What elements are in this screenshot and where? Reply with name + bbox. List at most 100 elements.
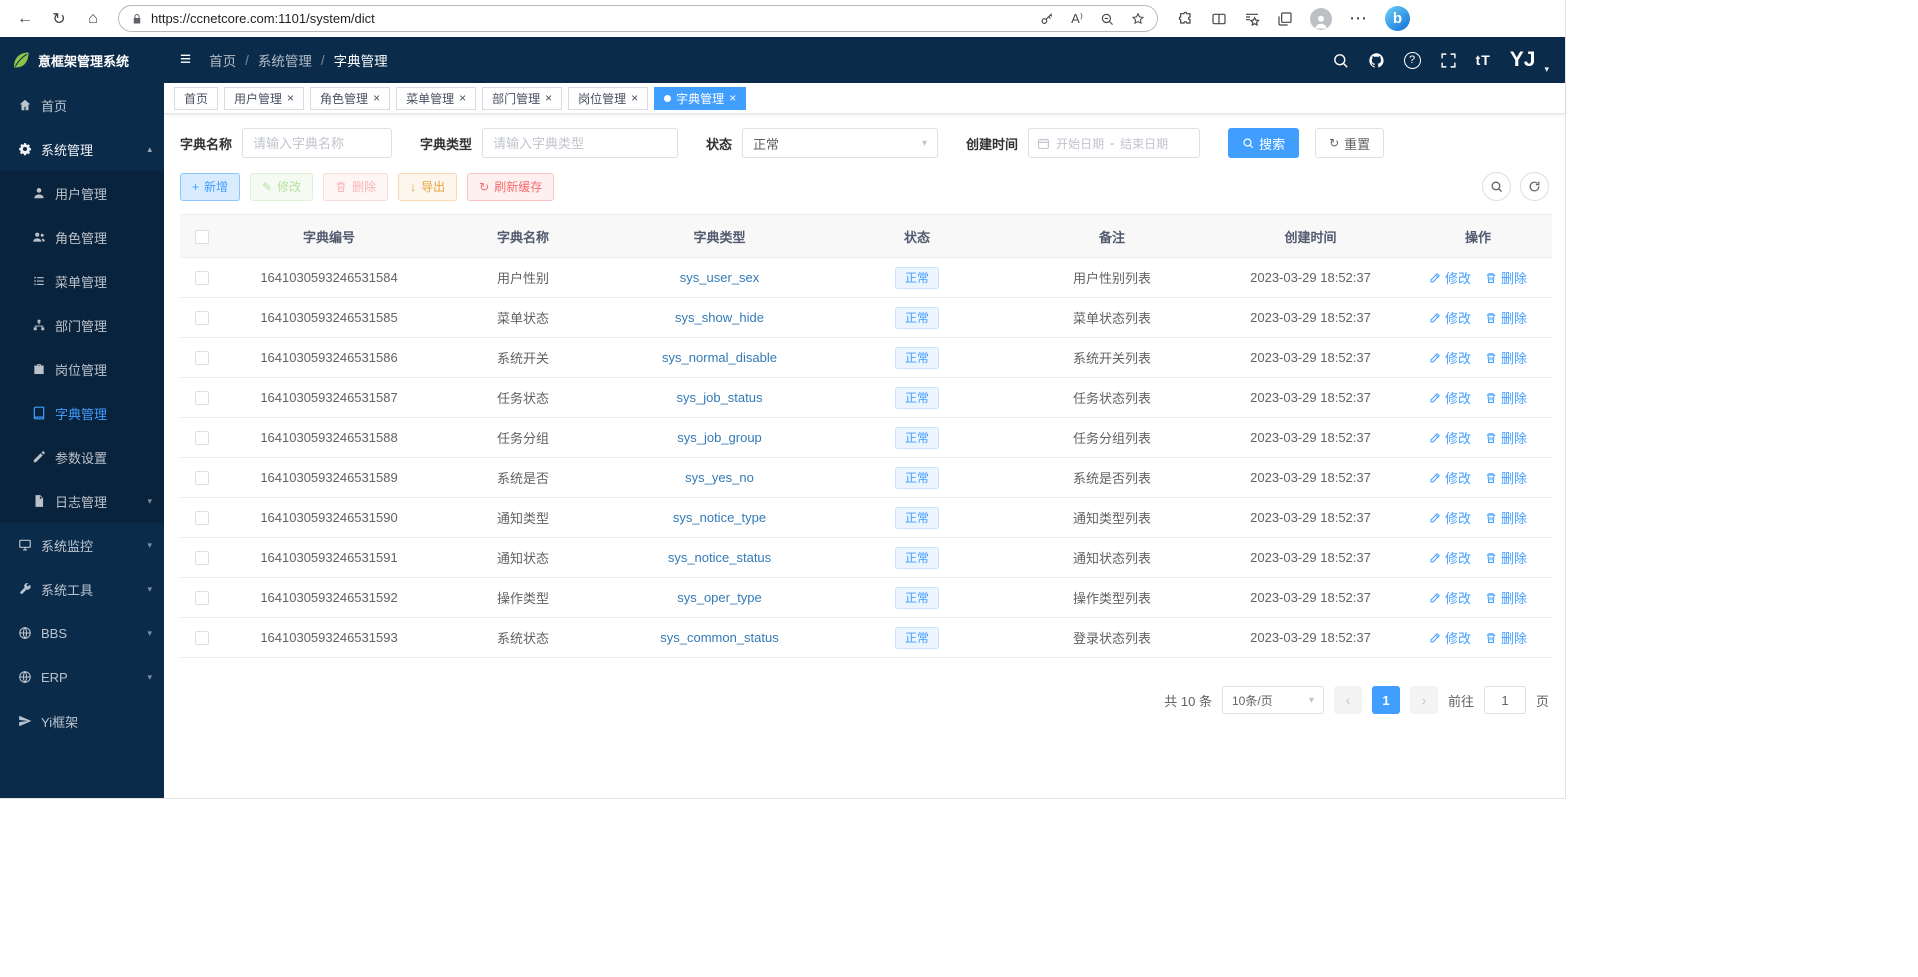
tab-dict-mgmt[interactable]: 字典管理× (654, 87, 746, 110)
bing-copilot-icon[interactable]: b (1385, 6, 1410, 31)
row-edit-link[interactable]: 修改 (1429, 548, 1471, 567)
sidebar-item-log-mgmt[interactable]: 日志管理▾ (0, 479, 164, 523)
profile-avatar[interactable] (1310, 8, 1332, 30)
hamburger-icon[interactable]: ≡ (180, 49, 191, 71)
row-checkbox[interactable] (195, 551, 209, 565)
sidebar-item-role-mgmt[interactable]: 角色管理 (0, 215, 164, 259)
sidebar-item-dept-mgmt[interactable]: 部门管理 (0, 303, 164, 347)
split-screen-icon[interactable] (1211, 11, 1227, 27)
sidebar-item-menu-mgmt[interactable]: 菜单管理 (0, 259, 164, 303)
chevron-down-icon[interactable]: ▾ (1544, 64, 1549, 75)
row-checkbox[interactable] (195, 591, 209, 605)
close-icon[interactable]: × (287, 92, 294, 104)
row-edit-link[interactable]: 修改 (1429, 508, 1471, 527)
sidebar-item-home[interactable]: 首页 (0, 83, 164, 127)
back-icon[interactable]: ← (10, 4, 40, 34)
fullscreen-icon[interactable] (1440, 52, 1457, 69)
close-icon[interactable]: × (631, 92, 638, 104)
font-size-icon[interactable]: tT (1476, 52, 1491, 68)
sidebar-item-system-mgmt[interactable]: 系统管理▴ (0, 127, 164, 171)
close-icon[interactable]: × (459, 92, 466, 104)
tab-user-mgmt[interactable]: 用户管理× (224, 87, 304, 110)
browser-home-icon[interactable]: ⌂ (78, 4, 108, 34)
row-edit-link[interactable]: 修改 (1429, 348, 1471, 367)
row-checkbox[interactable] (195, 511, 209, 525)
row-checkbox[interactable] (195, 351, 209, 365)
row-checkbox[interactable] (195, 471, 209, 485)
dict-type-link[interactable]: sys_job_status (677, 390, 763, 405)
collections-icon[interactable] (1277, 11, 1293, 27)
close-icon[interactable]: × (373, 92, 380, 104)
row-edit-link[interactable]: 修改 (1429, 428, 1471, 447)
dict-type-link[interactable]: sys_job_group (677, 430, 762, 445)
row-checkbox[interactable] (195, 311, 209, 325)
close-icon[interactable]: × (545, 92, 552, 104)
dict-type-link[interactable]: sys_user_sex (680, 270, 759, 285)
dict-type-link[interactable]: sys_oper_type (677, 590, 762, 605)
prev-page-button[interactable]: ‹ (1334, 686, 1362, 714)
close-icon[interactable]: × (729, 92, 736, 104)
sidebar-item-post-mgmt[interactable]: 岗位管理 (0, 347, 164, 391)
zoom-out-icon[interactable] (1100, 12, 1114, 26)
dict-type-link[interactable]: sys_notice_type (673, 510, 766, 525)
row-delete-link[interactable]: 删除 (1485, 548, 1527, 567)
sidebar-item-user-mgmt[interactable]: 用户管理 (0, 171, 164, 215)
dict-type-link[interactable]: sys_yes_no (685, 470, 754, 485)
row-delete-link[interactable]: 删除 (1485, 588, 1527, 607)
dict-type-input[interactable] (482, 128, 678, 158)
row-delete-link[interactable]: 删除 (1485, 308, 1527, 327)
row-checkbox[interactable] (195, 271, 209, 285)
sidebar-item-param-settings[interactable]: 参数设置 (0, 435, 164, 479)
search-button[interactable]: 搜索 (1228, 128, 1299, 158)
row-checkbox[interactable] (195, 391, 209, 405)
row-delete-link[interactable]: 删除 (1485, 468, 1527, 487)
row-delete-link[interactable]: 删除 (1485, 348, 1527, 367)
search-icon[interactable] (1332, 52, 1349, 69)
lock-icon[interactable] (131, 13, 143, 25)
refresh-table-button[interactable] (1520, 172, 1549, 201)
tab-dept-mgmt[interactable]: 部门管理× (482, 87, 562, 110)
add-favorite-star-icon[interactable] (1131, 12, 1145, 26)
reload-icon[interactable]: ↻ (44, 4, 74, 34)
status-select[interactable]: 正常 ▾ (742, 128, 938, 158)
sidebar-item-bbs[interactable]: BBS▾ (0, 611, 164, 655)
row-delete-link[interactable]: 删除 (1485, 388, 1527, 407)
address-bar[interactable]: https://ccnetcore.com:1101/system/dict A… (118, 5, 1158, 32)
sidebar-item-system-tools[interactable]: 系统工具▾ (0, 567, 164, 611)
dict-type-link[interactable]: sys_notice_status (668, 550, 771, 565)
tab-menu-mgmt[interactable]: 菜单管理× (396, 87, 476, 110)
row-edit-link[interactable]: 修改 (1429, 268, 1471, 287)
row-edit-link[interactable]: 修改 (1429, 628, 1471, 647)
brand-logo[interactable]: YJ (1510, 48, 1536, 72)
refresh-cache-button[interactable]: ↻ 刷新缓存 (467, 173, 554, 201)
row-edit-link[interactable]: 修改 (1429, 468, 1471, 487)
sidebar-item-dict-mgmt[interactable]: 字典管理 (0, 391, 164, 435)
row-edit-link[interactable]: 修改 (1429, 308, 1471, 327)
toggle-search-button[interactable] (1482, 172, 1511, 201)
tab-post-mgmt[interactable]: 岗位管理× (568, 87, 648, 110)
github-icon[interactable] (1368, 52, 1385, 69)
delete-button[interactable]: 删除 (323, 173, 388, 201)
sidebar-item-system-monitor[interactable]: 系统监控▾ (0, 523, 164, 567)
edit-button[interactable]: ✎ 修改 (250, 173, 313, 201)
row-edit-link[interactable]: 修改 (1429, 588, 1471, 607)
reset-button[interactable]: ↻ 重置 (1315, 128, 1384, 158)
read-aloud-icon[interactable]: A⁾ (1071, 11, 1083, 27)
breadcrumb-item[interactable]: 系统管理 (258, 50, 312, 70)
page-size-select[interactable]: 10条/页 ▾ (1222, 686, 1324, 714)
date-range-picker[interactable]: 开始日期 - 结束日期 (1028, 128, 1200, 158)
export-button[interactable]: ↓ 导出 (398, 173, 457, 201)
add-button[interactable]: + 新增 (180, 173, 240, 201)
dict-type-link[interactable]: sys_normal_disable (662, 350, 777, 365)
row-delete-link[interactable]: 删除 (1485, 628, 1527, 647)
breadcrumb-item[interactable]: 首页 (209, 50, 236, 70)
goto-page-input[interactable] (1484, 686, 1526, 714)
row-edit-link[interactable]: 修改 (1429, 388, 1471, 407)
extensions-icon[interactable] (1178, 11, 1194, 27)
next-page-button[interactable]: › (1410, 686, 1438, 714)
dict-type-link[interactable]: sys_show_hide (675, 310, 764, 325)
page-1-button[interactable]: 1 (1372, 686, 1400, 714)
sidebar-item-erp[interactable]: ERP▾ (0, 655, 164, 699)
tab-home[interactable]: 首页 (174, 87, 218, 110)
row-delete-link[interactable]: 删除 (1485, 268, 1527, 287)
